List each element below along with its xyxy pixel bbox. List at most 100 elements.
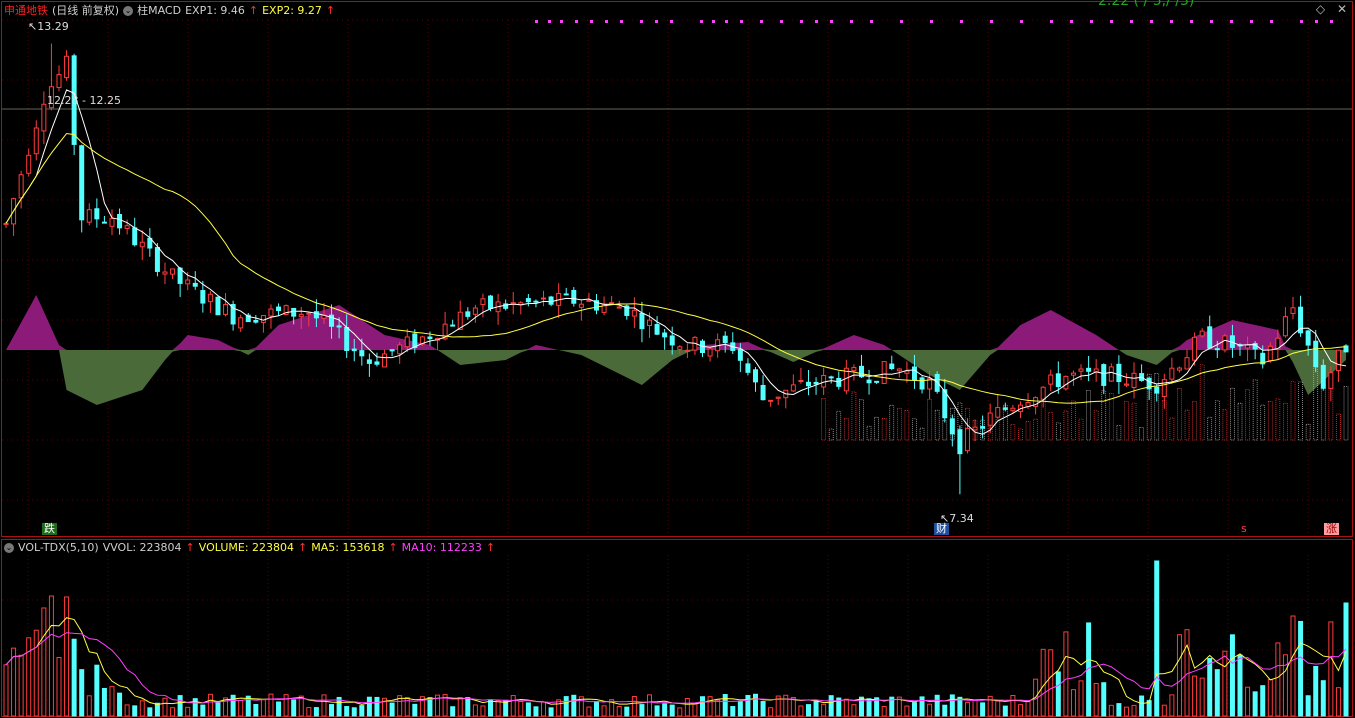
candle-body — [889, 363, 895, 370]
volume-bar — [805, 704, 811, 717]
volume-bar — [715, 699, 721, 717]
volume-bar — [480, 705, 486, 717]
candle-body — [533, 300, 539, 303]
volume-bar — [1176, 634, 1182, 717]
volume-bar — [147, 707, 153, 717]
candle-body — [541, 297, 547, 300]
volume-bar — [752, 693, 758, 717]
candle-body — [586, 299, 592, 302]
candle-body — [351, 348, 357, 352]
indicator-toggle-icon[interactable]: ⌄ — [4, 543, 14, 553]
candle-body — [472, 307, 478, 315]
volume-overlay-bar — [1063, 410, 1069, 441]
volume-bar — [563, 696, 569, 717]
stock-name[interactable]: 申通地铁 — [4, 4, 48, 18]
candle-body — [851, 367, 857, 372]
candle-body — [790, 384, 796, 392]
volume-bar — [1161, 704, 1167, 717]
candle-body — [404, 336, 410, 348]
volume-value: VOLUME: 223804 — [198, 541, 295, 554]
signal-marker — [800, 20, 803, 23]
indicator-toggle-icon[interactable]: ⌄ — [123, 6, 134, 16]
volume-bar — [662, 703, 668, 717]
close-icon[interactable]: ✕ — [1337, 2, 1347, 16]
flag-s[interactable]: s — [1239, 523, 1249, 535]
volume-bar — [964, 701, 970, 717]
volume-bar — [109, 686, 115, 717]
candle-body — [1070, 372, 1076, 376]
volume-overlay-bar — [1010, 423, 1016, 441]
volume-bar — [858, 696, 864, 717]
volume-bar — [1139, 695, 1145, 717]
ma5-up-arrow-icon: ↑ — [388, 541, 398, 554]
volume-overlay-bar — [1245, 389, 1250, 441]
volume-bar — [525, 702, 531, 717]
volume-bar — [495, 699, 501, 717]
candle-body — [987, 412, 993, 426]
volume-bar — [1313, 665, 1319, 717]
volume-overlay-bar — [1048, 411, 1054, 441]
flag-zhang[interactable]: 涨 — [1324, 523, 1339, 535]
candle-body — [1290, 307, 1296, 314]
candle-body — [374, 361, 380, 365]
range-label: 12.28 - 12.25 — [47, 94, 121, 107]
volume-overlay-bar — [1169, 417, 1175, 441]
candle-body — [1086, 367, 1092, 372]
candle-body — [18, 174, 24, 199]
kline-chart[interactable] — [0, 0, 1355, 718]
candle-body — [662, 332, 668, 338]
candle-body — [578, 303, 584, 308]
candle-body — [639, 312, 645, 330]
diamond-icon[interactable]: ◇ — [1316, 2, 1325, 16]
volume-up-arrow-icon: ↑ — [298, 541, 308, 554]
candle-body — [752, 369, 758, 383]
volume-overlay-bar — [1283, 402, 1288, 441]
signal-marker — [1150, 20, 1153, 23]
candle-body — [306, 312, 312, 315]
candle-body — [1078, 368, 1084, 372]
volume-overlay-bar — [1320, 385, 1326, 441]
volume-overlay-bar — [1207, 416, 1213, 441]
candle-body — [139, 241, 145, 248]
volume-bar — [911, 702, 917, 717]
candle-body — [874, 380, 880, 383]
signal-marker — [548, 20, 551, 23]
candle-body — [775, 396, 781, 399]
volume-bar — [745, 694, 751, 717]
volume-bar — [1207, 658, 1213, 717]
volume-bar — [238, 699, 244, 717]
signal-marker — [725, 20, 728, 23]
flag-cai[interactable]: 财 — [934, 523, 949, 535]
candle-body — [397, 344, 403, 355]
volume-bar — [510, 695, 516, 717]
volume-bar — [631, 696, 637, 717]
volume-bar — [427, 697, 433, 717]
volume-bar — [843, 698, 849, 717]
candle-body — [185, 279, 191, 285]
volume-bar — [56, 657, 62, 717]
volume-bar — [548, 707, 554, 717]
candle-body — [291, 307, 297, 317]
signal-marker — [760, 20, 763, 23]
flag-die[interactable]: 跌 — [42, 523, 57, 535]
volume-overlay-bar — [1131, 402, 1137, 441]
signal-marker — [620, 20, 623, 23]
volume-bar — [94, 664, 100, 717]
signal-marker — [1315, 20, 1318, 23]
candle-body — [1313, 340, 1319, 368]
top-price-readout: 2.22 ( / 5,/ /3) — [1098, 0, 1195, 9]
volume-bar — [1275, 642, 1281, 717]
indicator-name[interactable]: 柱MACD — [137, 4, 181, 18]
signal-marker — [1210, 20, 1213, 23]
volume-overlay-bar — [851, 391, 857, 441]
signal-marker — [1330, 20, 1333, 23]
volume-bar — [253, 703, 259, 717]
vol-indicator-name[interactable]: VOL-TDX(5,10) — [18, 541, 99, 555]
volume-bar — [1093, 682, 1099, 717]
volume-bar — [1070, 689, 1076, 717]
candle-body — [1002, 407, 1008, 410]
candle-body — [3, 222, 9, 226]
volume-bar — [260, 699, 266, 717]
adjust-mode[interactable]: (日线 前复权) — [52, 4, 119, 18]
candle-body — [412, 333, 418, 349]
